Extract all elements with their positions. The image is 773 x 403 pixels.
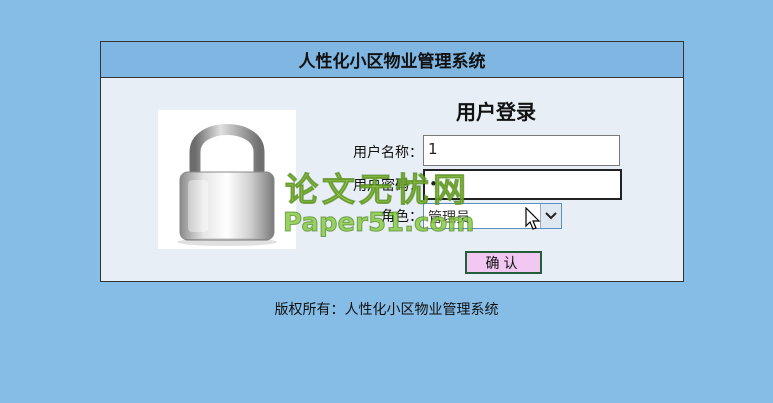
login-panel: 人性化小区物业管理系统 用户登录 用户名称： 1 用户密码： • 角色： 管理员… xyxy=(100,41,684,282)
password-input[interactable]: • xyxy=(423,169,622,200)
username-label: 用户名称： xyxy=(353,145,423,161)
role-selected-value: 管理员 xyxy=(428,210,470,226)
system-title: 人性化小区物业管理系统 xyxy=(298,52,486,72)
confirm-button[interactable]: 确认 xyxy=(465,251,542,274)
username-input[interactable]: 1 xyxy=(423,135,620,166)
padlock-icon xyxy=(158,110,296,249)
mouse-pointer-icon xyxy=(525,206,543,231)
role-label: 角色： xyxy=(381,209,423,225)
system-title-bar: 人性化小区物业管理系统 xyxy=(101,42,683,78)
chevron-down-icon[interactable] xyxy=(540,204,561,228)
copyright-footer: 版权所有：人性化小区物业管理系统 xyxy=(274,302,499,318)
password-label: 用户密码： xyxy=(353,178,423,194)
login-title: 用户登录 xyxy=(456,100,536,124)
